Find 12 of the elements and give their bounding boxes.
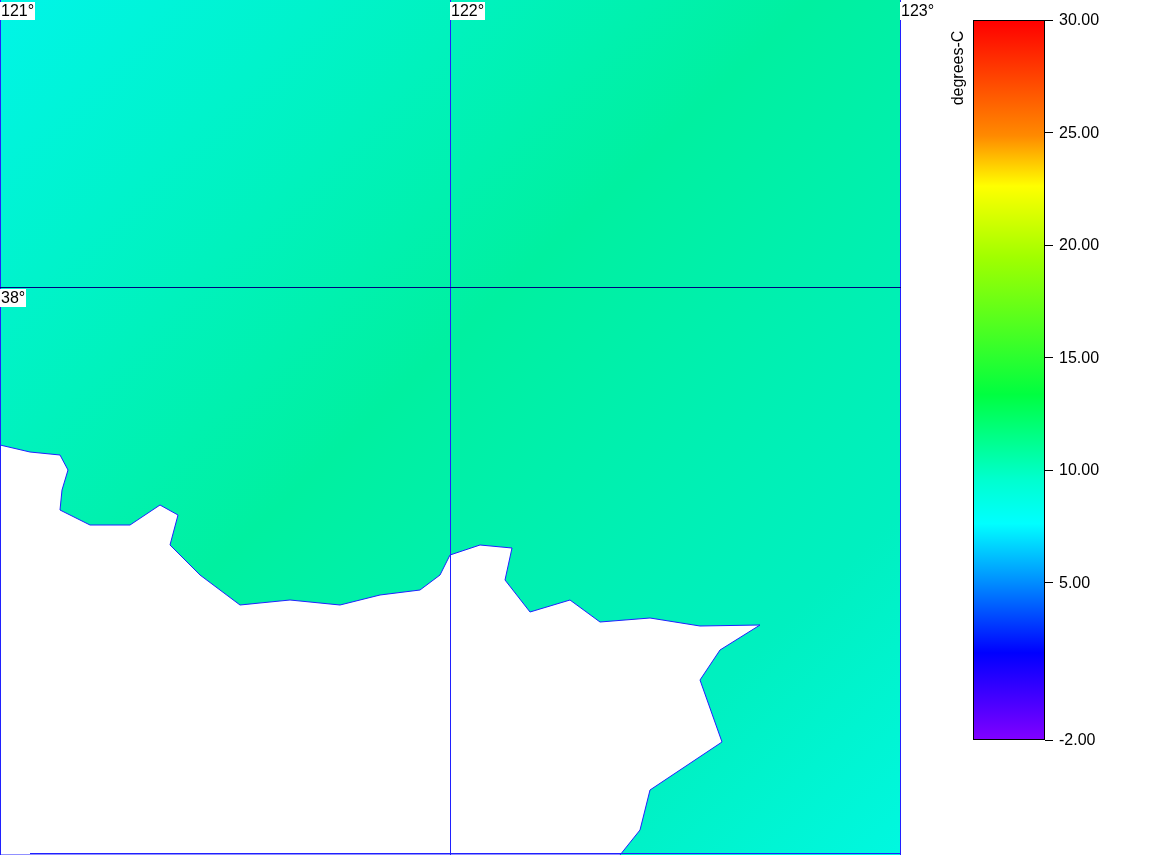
scale-tick-label: 30.00 xyxy=(1045,11,1100,29)
scale-tick-label: -2.00 xyxy=(1045,731,1096,749)
latitude-label: 38° xyxy=(0,289,27,307)
unit-label: degrees-C xyxy=(948,29,967,108)
longitude-label: 122° xyxy=(450,2,486,20)
longitude-label: 123° xyxy=(900,2,936,20)
scale-tick-label: 10.00 xyxy=(1045,461,1100,479)
scale-tick-label: 20.00 xyxy=(1045,236,1100,254)
longitude-label: 121° xyxy=(0,2,36,20)
scale-tick-label: 25.00 xyxy=(1045,123,1100,142)
scale-tick-label: 5.00 xyxy=(1045,573,1091,592)
scale-tick-label: 15.00 xyxy=(1045,348,1100,367)
